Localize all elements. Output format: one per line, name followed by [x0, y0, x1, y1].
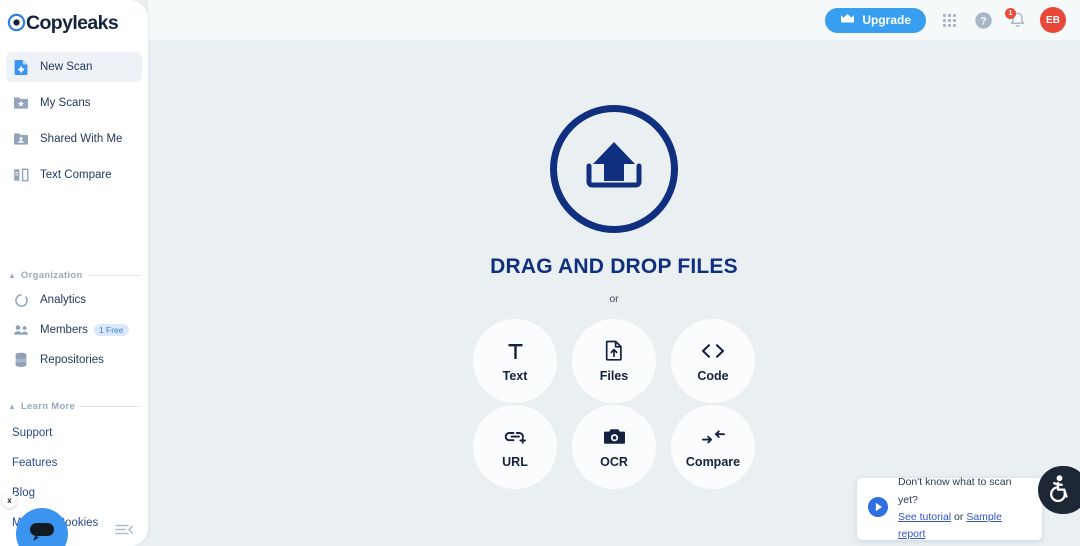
sidebar-link-blog[interactable]: Blog	[12, 478, 148, 508]
see-tutorial-link[interactable]: See tutorial	[898, 511, 951, 523]
crown-icon	[840, 13, 855, 27]
tutorial-popup: Don't know what to scan yet? See tutoria…	[857, 476, 1042, 540]
sidebar: Copyleaks New Scan My Scans Shared With …	[0, 0, 148, 546]
main-content: DRAG AND DROP FILES or Text Files Code U…	[148, 40, 1080, 546]
app-root: Copyleaks New Scan My Scans Shared With …	[0, 0, 1080, 546]
sidebar-nav: New Scan My Scans Shared With Me Text Co…	[0, 52, 148, 190]
collapse-sidebar-icon[interactable]	[114, 522, 134, 538]
section-header-learn-more[interactable]: ▲ Learn More	[8, 401, 140, 412]
analytics-donut-icon	[12, 291, 30, 309]
chat-close-icon[interactable]: x	[2, 493, 17, 508]
tile-label: Text	[502, 368, 528, 383]
sidebar-item-label: Members	[40, 324, 88, 336]
chevron-up-icon: ▲	[8, 270, 16, 280]
play-circle-icon[interactable]	[867, 496, 889, 523]
tile-ocr[interactable]: OCR	[572, 405, 656, 489]
members-people-icon	[12, 321, 30, 339]
section-title: Learn More	[20, 401, 76, 412]
sidebar-item-label: New Scan	[40, 61, 93, 73]
brand-logo[interactable]: Copyleaks	[0, 0, 148, 44]
tile-label: Compare	[685, 454, 741, 469]
section-header-organization[interactable]: ▲ Organization	[8, 270, 140, 281]
divider	[87, 275, 140, 276]
or-separator-text: or	[609, 293, 619, 305]
tutorial-or-word: or	[954, 511, 964, 523]
accessibility-widget-button[interactable]	[1038, 466, 1080, 514]
tile-compare[interactable]: Compare	[671, 405, 755, 489]
code-brackets-icon	[700, 340, 726, 362]
sidebar-item-label: Repositories	[40, 354, 104, 366]
repositories-database-icon	[12, 351, 30, 369]
sidebar-item-label: Text Compare	[40, 169, 112, 181]
apps-grid-icon[interactable]	[938, 9, 960, 31]
folder-person-icon	[12, 130, 30, 148]
link-plus-icon	[503, 426, 528, 448]
sidebar-item-text-compare[interactable]: Text Compare	[6, 160, 142, 190]
sidebar-item-repositories[interactable]: Repositories	[6, 347, 142, 373]
camera-icon	[603, 426, 626, 448]
svg-text:?: ?	[980, 15, 987, 27]
chat-bubble-icon	[27, 519, 57, 546]
upgrade-button[interactable]: Upgrade	[825, 7, 926, 33]
tile-files[interactable]: Files	[572, 319, 656, 403]
text-t-icon	[506, 340, 525, 362]
members-badge: 1 Free	[93, 323, 129, 337]
page-title: DRAG AND DROP FILES	[490, 255, 738, 278]
compare-arrows-icon	[701, 426, 726, 448]
top-header: Upgrade ? 1 EB	[148, 0, 1080, 40]
sidebar-link-support[interactable]: Support	[12, 418, 148, 448]
sidebar-item-analytics[interactable]: Analytics	[6, 287, 142, 313]
tile-row: Text Files Code	[473, 319, 755, 403]
tile-label: URL	[502, 454, 528, 469]
tile-label: Code	[697, 368, 729, 383]
sidebar-item-new-scan[interactable]: New Scan	[6, 52, 142, 82]
avatar[interactable]: EB	[1040, 7, 1066, 33]
tile-label: Files	[599, 368, 629, 383]
sidebar-item-members[interactable]: Members 1 Free	[6, 317, 142, 343]
chevron-up-icon: ▲	[8, 401, 16, 411]
tile-row: URL OCR Compare	[473, 405, 755, 489]
tile-url[interactable]: URL	[473, 405, 557, 489]
sidebar-link-features[interactable]: Features	[12, 448, 148, 478]
upload-arrow-icon	[579, 136, 649, 203]
sidebar-item-label: Analytics	[40, 294, 87, 306]
sidebar-item-label: My Scans	[40, 97, 91, 109]
drag-drop-zone[interactable]	[550, 105, 678, 233]
tile-code[interactable]: Code	[671, 319, 755, 403]
sidebar-item-label: Shared With Me	[40, 133, 123, 145]
tile-text[interactable]: Text	[473, 319, 557, 403]
copyleaks-c-ring-icon	[7, 13, 26, 32]
file-upload-icon	[605, 340, 623, 362]
sidebar-item-shared-with-me[interactable]: Shared With Me	[6, 124, 142, 154]
folder-star-icon	[12, 94, 30, 112]
notification-bell-icon[interactable]: 1	[1005, 8, 1028, 31]
notification-count-badge: 1	[1005, 8, 1016, 19]
sidebar-item-my-scans[interactable]: My Scans	[6, 88, 142, 118]
avatar-initials: EB	[1046, 14, 1060, 26]
tile-label: OCR	[600, 454, 628, 469]
file-plus-icon	[12, 58, 30, 76]
divider	[80, 406, 140, 407]
accessibility-wheelchair-icon	[1045, 473, 1072, 507]
upgrade-label: Upgrade	[862, 13, 911, 27]
text-compare-icon	[12, 166, 30, 184]
brand-name: Copyleaks	[26, 11, 119, 34]
help-question-icon[interactable]: ?	[972, 9, 994, 31]
scan-type-tiles: Text Files Code URL OCR Compare	[473, 319, 755, 489]
tutorial-question: Don't know what to scan yet?	[898, 476, 1012, 506]
section-title: Organization	[20, 270, 83, 281]
